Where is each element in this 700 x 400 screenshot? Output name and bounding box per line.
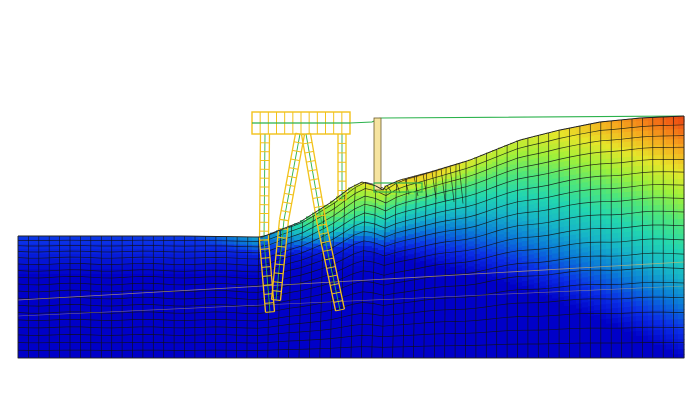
contour-cell: [114, 354, 121, 358]
wall-stem: [373, 117, 382, 191]
contour-cell: [294, 355, 301, 358]
contour-cell: [342, 352, 349, 358]
contour-cell: [180, 354, 187, 358]
contour-cell: [66, 354, 73, 358]
contour-cell: [222, 354, 229, 358]
contour-cell: [216, 354, 223, 358]
fem-deformed-mesh-diagram: [17, 111, 685, 359]
contour-cell: [528, 354, 535, 358]
contour-cell: [156, 354, 163, 358]
contour-cell: [84, 354, 91, 358]
contour-cell: [258, 354, 265, 358]
contour-cell: [168, 354, 175, 358]
contour-cell: [24, 354, 31, 358]
contour-cell: [546, 355, 553, 358]
contour-cell: [72, 354, 79, 358]
contour-cell: [102, 354, 109, 358]
contour-cell: [60, 354, 67, 358]
contour-cell: [120, 354, 127, 358]
contour-cell: [516, 352, 523, 358]
contour-cell: [78, 354, 85, 358]
contour-cell: [666, 354, 673, 358]
contour-cell: [510, 354, 517, 358]
contour-cell: [198, 354, 205, 358]
pile-right-vertical: [337, 133, 347, 201]
contour-cell: [270, 354, 277, 358]
contour-cell: [144, 354, 151, 358]
contour-cell: [108, 354, 115, 358]
contour-cell: [672, 354, 679, 358]
contour-cell: [126, 354, 133, 358]
contour-cell: [318, 354, 325, 358]
contour-cell: [654, 355, 661, 358]
contour-cell: [240, 354, 247, 358]
contour-cell: [36, 354, 43, 358]
contour-cell: [312, 353, 319, 358]
contour-cell: [612, 353, 619, 358]
contour-cell: [396, 352, 403, 358]
contour-cell: [606, 353, 613, 358]
contour-cell: [426, 354, 433, 358]
contour-cell: [30, 354, 37, 358]
contour-cell: [42, 354, 49, 358]
contour-cell: [582, 352, 589, 358]
contour-cell: [534, 353, 541, 358]
contour-cell: [162, 354, 169, 358]
contour-cell: [486, 354, 493, 358]
contour-cell: [174, 354, 181, 358]
fem-figure: [0, 0, 700, 400]
contour-cell: [378, 355, 385, 358]
contour-cell: [576, 353, 583, 358]
contour-cell: [372, 352, 379, 358]
contour-cell: [138, 354, 145, 358]
contour-cell: [570, 354, 577, 358]
contour-cell: [432, 352, 439, 358]
contour-cell: [384, 352, 391, 358]
contour-cell: [234, 354, 241, 358]
contour-cell: [18, 354, 25, 358]
pile-rung: [279, 219, 289, 221]
contour-cell: [390, 354, 397, 358]
contour-cell: [132, 354, 139, 358]
contour-cell: [450, 352, 457, 358]
contour-cell: [498, 354, 505, 358]
contour-cell: [186, 354, 193, 358]
contour-cell: [228, 354, 235, 358]
contour-cell: [594, 355, 601, 358]
contour-cell: [282, 354, 289, 358]
contour-cell: [474, 354, 481, 358]
contour-cell: [552, 353, 559, 358]
contour-cell: [414, 352, 421, 358]
contour-cell: [192, 354, 199, 358]
